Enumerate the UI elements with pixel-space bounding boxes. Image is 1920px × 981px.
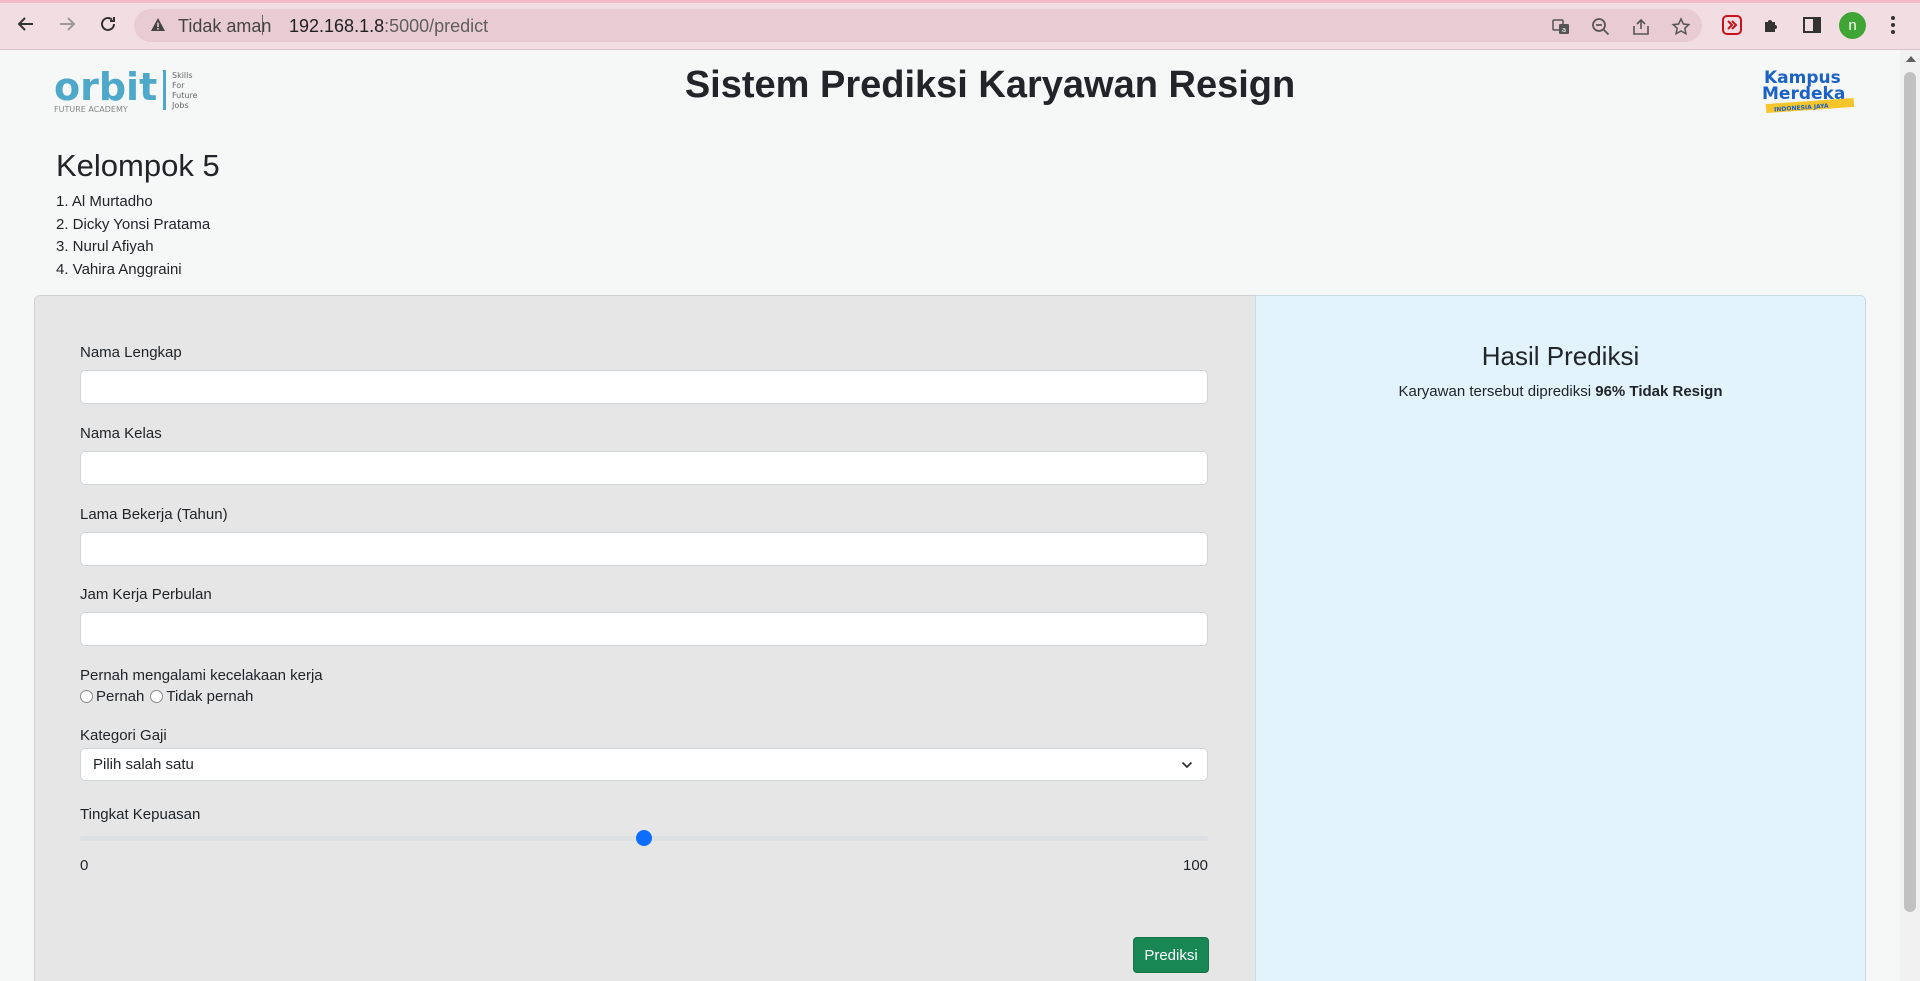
- prediction-form: Nama Lengkap Nama Kelas Lama Bekerja (Ta…: [34, 295, 1256, 981]
- profile-avatar[interactable]: n: [1839, 12, 1866, 39]
- browser-toolbar: Tidak aman 192.168.1.8:5000/predict a n: [0, 0, 1920, 50]
- zoom-out-icon[interactable]: [1590, 16, 1612, 38]
- svg-text:a: a: [1562, 26, 1566, 34]
- menu-kebab-icon[interactable]: [1880, 12, 1906, 38]
- tingkat-kepuasan-slider[interactable]: [80, 830, 1208, 846]
- forward-button[interactable]: [53, 12, 81, 40]
- result-value: 96% Tidak Resign: [1595, 383, 1723, 400]
- kecelakaan-radio-group: Pernah Tidak pernah: [80, 688, 259, 705]
- member-item: 2. Dicky Yonsi Pratama: [56, 215, 211, 233]
- back-button[interactable]: [12, 12, 40, 40]
- extensions-puzzle-icon[interactable]: [1759, 12, 1785, 38]
- slider-max-label: 100: [1183, 857, 1209, 874]
- result-title: Hasil Prediksi: [1481, 341, 1640, 371]
- result-panel: Hasil Prediksi Karyawan tersebut dipredi…: [1255, 295, 1866, 981]
- jam-kerja-label: Jam Kerja Perbulan: [80, 586, 212, 603]
- security-label[interactable]: Tidak aman: [178, 16, 271, 37]
- bookmark-star-icon[interactable]: [1670, 16, 1692, 38]
- url-path: :5000/predict: [384, 16, 489, 36]
- lama-bekerja-input[interactable]: [80, 532, 1208, 566]
- kampus-merdeka-logo: Kampus Merdeka INDONESIA JAYA: [1762, 66, 1858, 114]
- member-item: 4. Vahira Anggraini: [56, 261, 182, 279]
- forward-arrow-icon: [57, 14, 77, 39]
- page-content: orbit Skills For Future Jobs FUTURE ACAD…: [0, 50, 1900, 981]
- tingkat-kepuasan-label: Tingkat Kepuasan: [80, 806, 201, 823]
- reload-button[interactable]: [94, 12, 122, 40]
- page-title: Sistem Prediksi Karyawan Resign: [684, 64, 1296, 106]
- slider-min-label: 0: [80, 857, 89, 874]
- kecelakaan-kerja-label: Pernah mengalami kecelakaan kerja: [80, 667, 323, 684]
- scroll-thumb[interactable]: [1904, 72, 1916, 912]
- translate-icon[interactable]: a: [1550, 16, 1572, 38]
- jam-kerja-input[interactable]: [80, 612, 1208, 646]
- radio-pernah[interactable]: [80, 690, 93, 703]
- tab-strip-edge: [0, 0, 1920, 3]
- kategori-gaji-selected: Pilih salah satu: [93, 756, 194, 773]
- nama-lengkap-input[interactable]: [80, 370, 1208, 404]
- url-text[interactable]: 192.168.1.8:5000/predict: [289, 16, 488, 37]
- extension-red-icon[interactable]: [1719, 12, 1745, 38]
- radio-pernah-label[interactable]: Pernah: [96, 688, 144, 705]
- member-item: 3. Nurul Afiyah: [56, 238, 154, 256]
- address-separator: [262, 15, 263, 35]
- kategori-gaji-label: Kategori Gaji: [80, 727, 167, 744]
- result-prefix: Karyawan tersebut diprediksi: [1398, 383, 1596, 400]
- back-arrow-icon: [16, 14, 36, 39]
- radio-tidak-pernah[interactable]: [150, 690, 164, 703]
- group-title: Kelompok 5: [56, 148, 220, 183]
- url-host: 192.168.1.8: [289, 16, 385, 36]
- member-list: 1. Al Murtadho 2. Dicky Yonsi Pratama 3.…: [56, 191, 210, 282]
- reload-icon: [98, 14, 118, 39]
- warning-icon[interactable]: [150, 17, 166, 38]
- member-item: 1. Al Murtadho: [56, 193, 153, 210]
- lama-bekerja-label: Lama Bekerja (Tahun): [80, 506, 228, 523]
- share-icon[interactable]: [1630, 16, 1652, 38]
- slider-thumb[interactable]: [636, 830, 652, 846]
- nama-kelas-input[interactable]: [80, 451, 1208, 485]
- prediksi-button[interactable]: Prediksi: [1133, 937, 1209, 973]
- radio-tidak-pernah-label[interactable]: Tidak pernah: [166, 688, 253, 705]
- nama-kelas-label: Nama Kelas: [80, 425, 162, 442]
- result-text: Karyawan tersebut diprediksi 96% Tidak R…: [1256, 383, 1865, 400]
- address-bar[interactable]: Tidak aman 192.168.1.8:5000/predict a: [134, 9, 1702, 42]
- kategori-gaji-select[interactable]: Pilih salah satu: [80, 748, 1208, 781]
- nama-lengkap-label: Nama Lengkap: [80, 344, 182, 361]
- chevron-down-icon: [1181, 758, 1193, 776]
- side-panel-icon[interactable]: [1799, 12, 1825, 38]
- scroll-up-arrow-icon[interactable]: [1906, 56, 1916, 62]
- page-scrollbar[interactable]: [1900, 50, 1920, 981]
